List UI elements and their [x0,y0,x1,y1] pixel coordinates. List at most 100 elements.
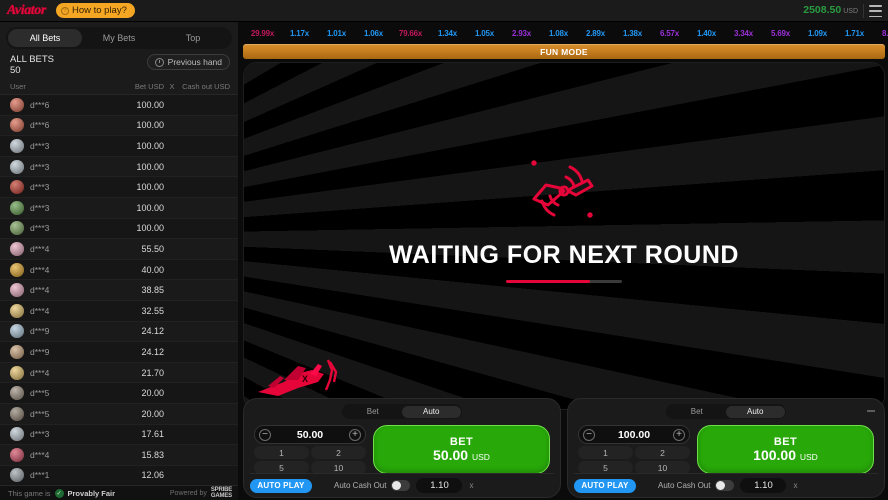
mode-bet-right[interactable]: Bet [668,406,727,418]
avatar [10,324,24,339]
auto-cashout-toggle-right[interactable] [715,480,735,491]
bet-button-right[interactable]: BET 100.00 USD [697,425,874,474]
bet-amount: 100.00 [136,99,164,110]
hamburger-menu-icon[interactable] [869,5,882,17]
table-row[interactable]: d***3 17.61 [0,424,238,446]
quick-amount-2-left[interactable]: 2 [311,446,366,459]
table-row[interactable]: d***6 100.00 [0,95,238,116]
bet-panel-left: Bet Auto − 50.00 + 1 2 5 10 BET 50.00 US… [243,398,561,498]
bet-amount: 15.83 [141,449,164,460]
auto-cashout-x-right: x [793,481,798,490]
bet-amount: 100.00 [136,223,164,234]
multiplier-chip[interactable]: 1.38x [614,29,651,38]
table-row[interactable]: d***9 24.12 [0,342,238,363]
avatar [10,468,24,483]
multiplier-chip[interactable]: 1.09x [799,29,836,38]
panel-footer-right: AUTO PLAY Auto Cash Out 1.10 x [574,473,878,493]
mode-bet-left[interactable]: Bet [344,406,403,418]
spribe-logo: SPRIBE GAMES [211,487,232,499]
multiplier-chip[interactable]: 8.58x [873,29,888,38]
plus-circle-icon[interactable]: + [673,428,685,441]
bet-user: d***4 [30,285,50,296]
bet-button-amount-left: 50.00 USD [433,447,490,463]
how-to-play-button[interactable]: ? How to play? [55,3,135,18]
quick-amount-2-right[interactable]: 2 [635,446,690,459]
previous-hand-button[interactable]: Previous hand [146,54,230,70]
table-row[interactable]: d***4 40.00 [0,259,238,281]
auto-cashout-toggle-left[interactable] [391,480,411,491]
table-row[interactable]: d***3 100.00 [0,218,238,240]
auto-cashout-value-right[interactable]: 1.10 [740,478,787,493]
stake-controls-left: − 50.00 + 1 2 5 10 [254,425,366,474]
fair-prefix: This game is [8,488,51,498]
bets-list[interactable]: d***6 100.00 d***6 100.00 d***3 100.00 d***3 10… [0,95,238,485]
multiplier-chip[interactable]: 2.93x [503,29,540,38]
table-row[interactable]: d***3 100.00 [0,156,238,178]
avatar [10,283,24,298]
avatar [10,241,24,256]
avatar [10,118,24,133]
avatar [10,406,24,421]
table-row[interactable]: d***5 20.00 [0,383,238,404]
bet-user: d***3 [30,202,50,213]
powered-by-label: Powered by [169,489,207,497]
table-row[interactable]: d***9 24.12 [0,321,238,343]
bet-button-left[interactable]: BET 50.00 USD [373,425,550,474]
mode-auto-right[interactable]: Auto [726,405,785,418]
tab-top[interactable]: Top [156,29,230,47]
quick-amount-1-left[interactable]: 1 [254,446,309,459]
auto-cashout-value-left[interactable]: 1.10 [416,478,463,493]
avatar [10,180,24,195]
stake-value-right[interactable]: 100.00 [618,429,650,441]
table-row[interactable]: d***3 100.00 [0,136,238,157]
table-row[interactable]: d***4 55.50 [0,239,238,260]
bet-amount: 20.00 [141,408,164,419]
auto-play-button-right[interactable]: AUTO PLAY [574,478,636,493]
avatar [10,262,24,277]
provably-fair-label[interactable]: Provably Fair [68,489,116,498]
table-row[interactable]: d***3 100.00 [0,197,238,219]
table-row[interactable]: d***4 15.83 [0,445,238,466]
game-main: 29.99x 1.17x 1.01x 1.06x 79.66x 1.34x 1.05x 2.9… [240,22,888,500]
table-row[interactable]: d***3 100.00 [0,177,238,198]
bet-amount: 17.61 [141,429,164,440]
multiplier-chip[interactable]: 1.08x [540,29,577,38]
multiplier-chip[interactable]: 6.57x [651,29,688,38]
multiplier-chip[interactable]: 3.34x [725,29,762,38]
multiplier-chip[interactable]: 5.69x [762,29,799,38]
multiplier-chip[interactable]: 1.01x [318,29,355,38]
table-row[interactable]: d***6 100.00 [0,115,238,137]
avatar [10,97,24,112]
plus-circle-icon[interactable]: + [349,428,361,441]
mode-auto-left[interactable]: Auto [402,405,461,418]
bet-amount: 40.00 [141,264,164,275]
multiplier-chip[interactable]: 1.71x [836,29,873,38]
multiplier-chip[interactable]: 1.34x [429,29,466,38]
table-row[interactable]: d***5 20.00 [0,403,238,425]
quick-amount-1-right[interactable]: 1 [578,446,633,459]
tab-my-bets[interactable]: My Bets [82,29,156,47]
multiplier-chip[interactable]: 1.05x [466,29,503,38]
bet-user: d***3 [30,182,50,193]
mode-toggle-right: Bet Auto [666,404,786,419]
multiplier-chip[interactable]: 79.66x [392,29,429,38]
minimize-icon[interactable] [867,410,875,412]
stake-value-left[interactable]: 50.00 [297,429,323,441]
multiplier-chip[interactable]: 29.99x [244,29,281,38]
multiplier-chip[interactable]: 1.17x [281,29,318,38]
multiplier-chip[interactable]: 2.89x [577,29,614,38]
tab-all-bets[interactable]: All Bets [8,29,82,47]
panel-footer-left: AUTO PLAY Auto Cash Out 1.10 x [250,473,554,493]
bet-amount: 100.00 [136,120,164,131]
table-row[interactable]: d***1 12.06 [0,465,238,485]
multiplier-chip[interactable]: 1.06x [355,29,392,38]
table-row[interactable]: d***4 38.85 [0,280,238,301]
minus-circle-icon[interactable]: − [259,428,271,441]
table-row[interactable]: d***4 21.70 [0,362,238,384]
multiplier-chip[interactable]: 1.40x [688,29,725,38]
table-row[interactable]: d***4 32.55 [0,300,238,322]
svg-text:X: X [302,374,308,384]
auto-play-button-left[interactable]: AUTO PLAY [250,478,312,493]
minus-circle-icon[interactable]: − [583,428,595,441]
bet-user: d***4 [30,449,50,460]
